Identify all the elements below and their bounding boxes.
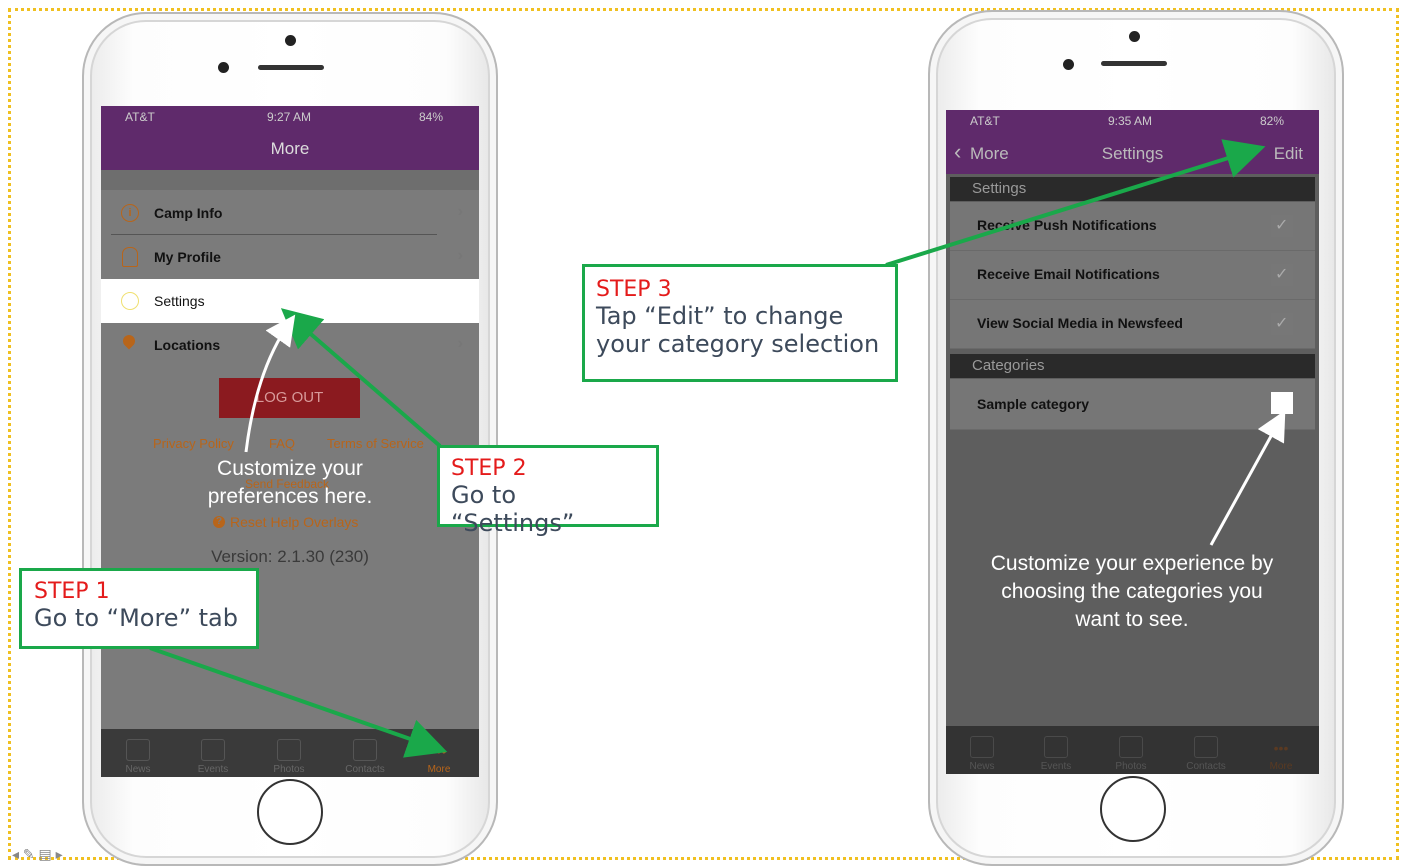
step-title: STEP 1 <box>34 579 110 604</box>
step1-callout: STEP 1 Go to “More” tab <box>19 568 259 649</box>
step-title: STEP 2 <box>451 456 527 481</box>
arrow-hint-right <box>1209 410 1286 546</box>
slide-controls: ◂ ✎ ▤ ▸ <box>12 846 63 863</box>
step-text: Go to “Settings” <box>451 481 575 537</box>
arrow-step2 <box>280 308 442 448</box>
step3-callout: STEP 3 Tap “Edit” to change your categor… <box>582 264 898 382</box>
arrow-hint-left <box>244 314 296 453</box>
slides-icon[interactable]: ▤ <box>39 846 52 862</box>
step-text-line1: Tap “Edit” to change <box>596 302 844 330</box>
step2-callout: STEP 2 Go to “Settings” <box>437 445 659 537</box>
pen-icon[interactable]: ✎ <box>23 846 35 862</box>
next-arrow-icon[interactable]: ▸ <box>56 846 63 862</box>
arrow-step1 <box>149 646 448 758</box>
previous-arrow-icon[interactable]: ◂ <box>12 846 19 862</box>
step-text: Go to “More” tab <box>34 604 238 632</box>
step-text-line2: your category selection <box>596 330 880 358</box>
step-title: STEP 3 <box>596 277 672 302</box>
arrow-step3 <box>885 139 1266 267</box>
annotation-arrows <box>149 139 1286 758</box>
